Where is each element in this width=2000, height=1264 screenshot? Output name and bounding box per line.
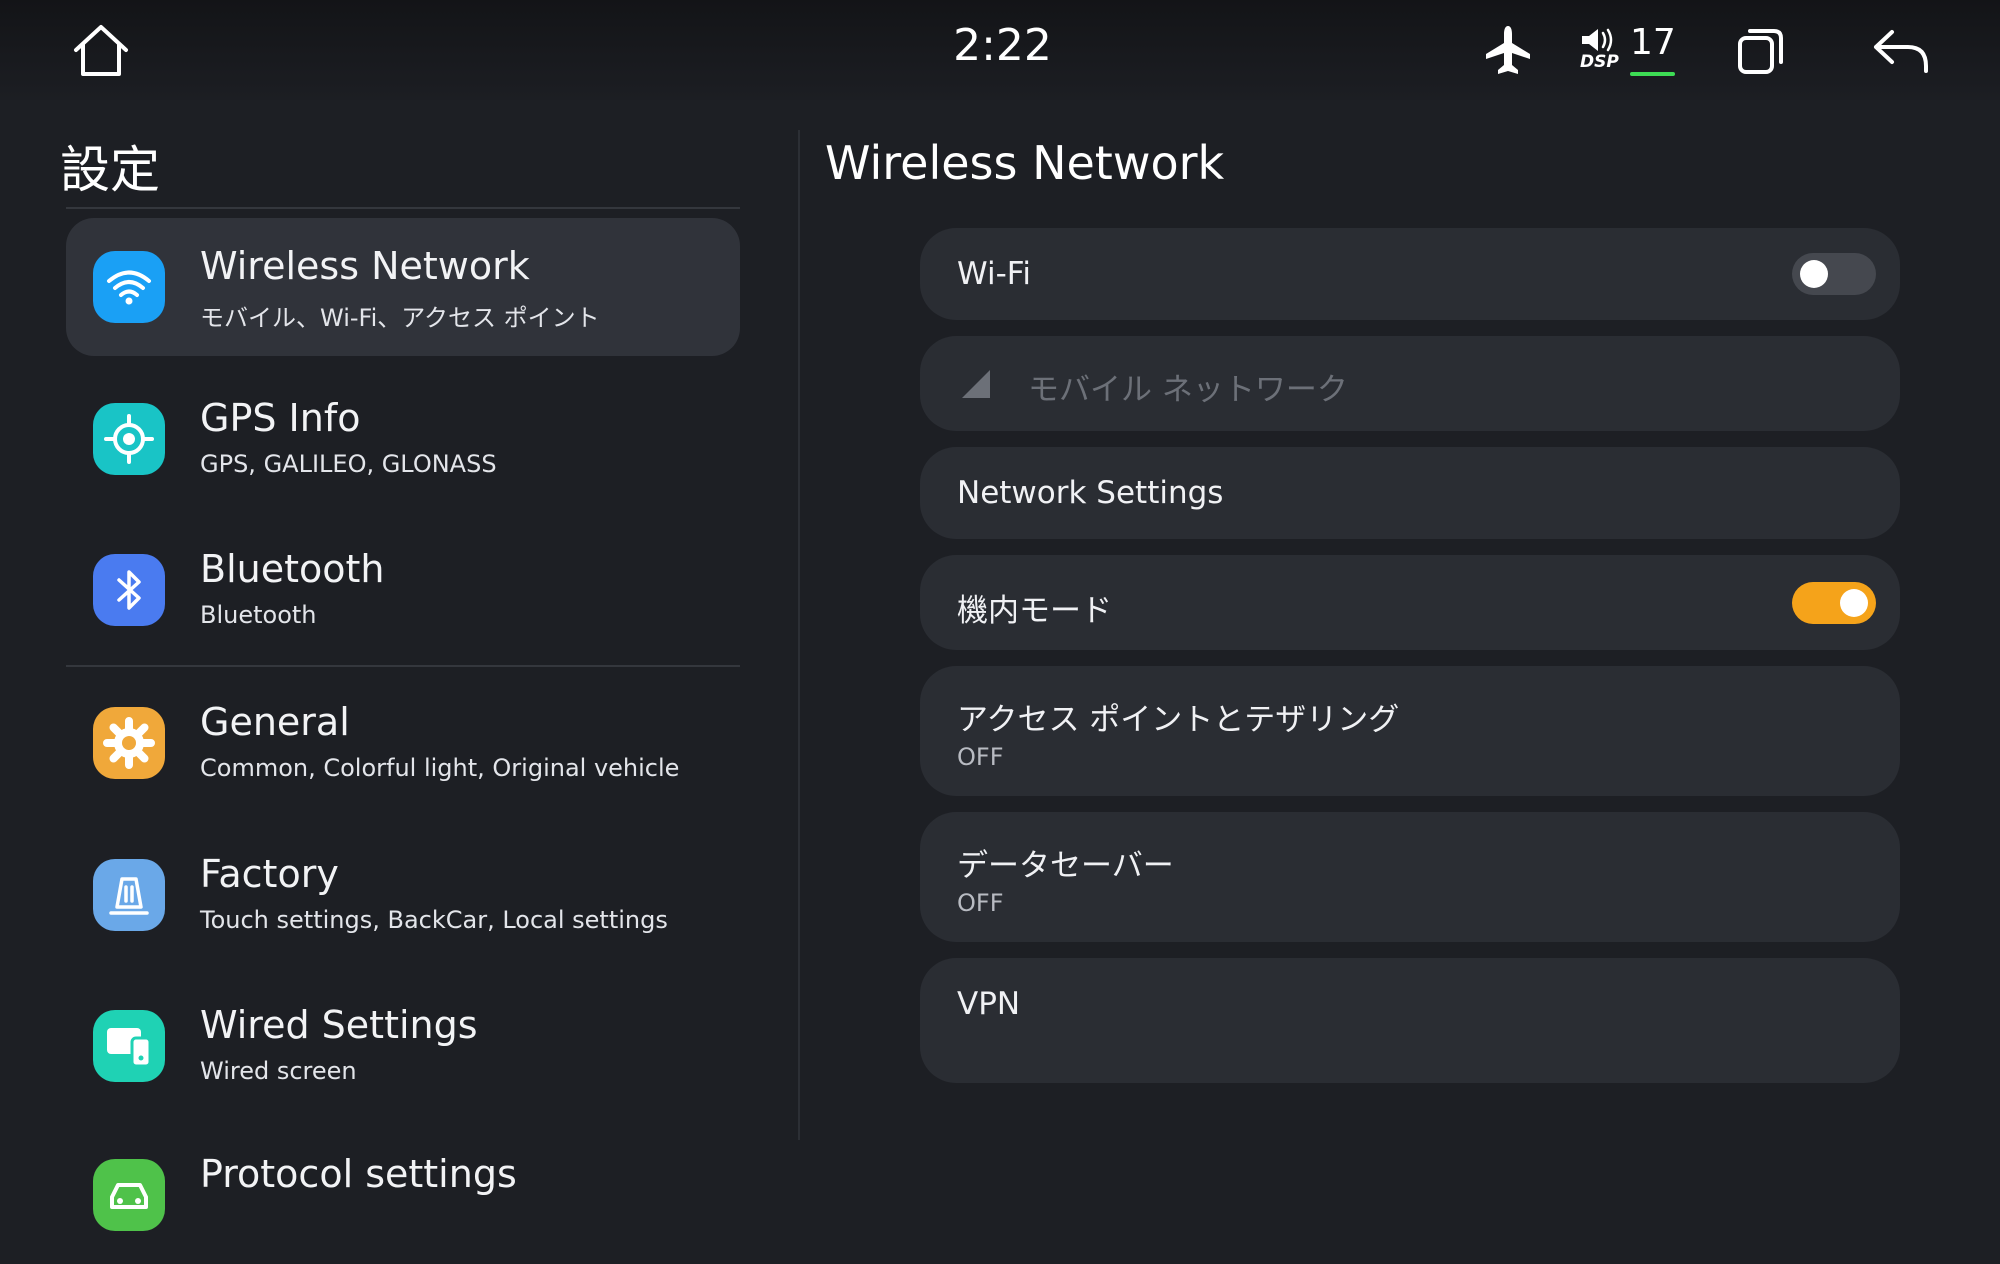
data-saver-label: データセーバー <box>957 848 1174 884</box>
nav-title: Wired Settings <box>200 1003 478 1047</box>
mobile-network-label: モバイル ネットワーク <box>1028 372 1348 408</box>
panel-divider <box>798 130 800 1140</box>
status-bar: 2:22 DSP 17 <box>0 0 2000 100</box>
wifi-row[interactable]: Wi-Fi <box>920 228 1900 320</box>
volume-indicator-bar <box>1630 72 1675 76</box>
nav-subtitle: Touch settings, BackCar, Local settings <box>200 906 668 934</box>
wifi-toggle[interactable] <box>1792 253 1876 295</box>
signal-icon <box>960 368 992 404</box>
volume-level: 17 <box>1630 22 1676 63</box>
gear-icon <box>93 707 165 779</box>
nav-title: GPS Info <box>200 396 361 440</box>
data-saver-status: OFF <box>957 889 1004 917</box>
data-saver-row[interactable]: データセーバー OFF <box>920 812 1900 942</box>
divider-middle <box>66 665 740 667</box>
factory-icon <box>93 859 165 931</box>
nav-title: Factory <box>200 852 339 896</box>
vpn-label: VPN <box>957 986 1021 1022</box>
divider-top <box>66 207 740 209</box>
nav-subtitle: Bluetooth <box>200 601 317 629</box>
sidebar-item-wireless-network[interactable]: Wireless Network モバイル、Wi-Fi、アクセス ポイント <box>66 218 740 356</box>
sidebar-item-wired-settings[interactable]: Wired Settings Wired screen <box>66 977 740 1115</box>
nav-subtitle: モバイル、Wi-Fi、アクセス ポイント <box>200 304 600 332</box>
settings-title: 設定 <box>60 141 160 199</box>
nav-title: Protocol settings <box>200 1152 517 1196</box>
wifi-label: Wi-Fi <box>957 256 1031 292</box>
bluetooth-icon <box>93 554 165 626</box>
nav-subtitle: Common, Colorful light, Original vehicle <box>200 754 680 782</box>
dsp-label: DSP <box>1580 52 1619 72</box>
recent-apps-icon[interactable] <box>1736 26 1786 76</box>
wifi-icon <box>93 251 165 323</box>
sidebar-item-bluetooth[interactable]: Bluetooth Bluetooth <box>66 521 740 659</box>
vpn-row[interactable]: VPN <box>920 958 1900 1083</box>
wired-screen-icon <box>93 1010 165 1082</box>
nav-subtitle: Wired screen <box>200 1057 357 1085</box>
page-title: Wireless Network <box>825 136 1225 190</box>
airplane-mode-label: 機内モード <box>957 593 1112 629</box>
toggle-knob <box>1800 260 1828 288</box>
gps-icon <box>93 403 165 475</box>
clock: 2:22 <box>953 20 1052 71</box>
back-icon[interactable] <box>1872 28 1930 74</box>
sidebar-item-general[interactable]: General Common, Colorful light, Original… <box>66 674 740 812</box>
airplane-mode-row[interactable]: 機内モード <box>920 555 1900 650</box>
sidebar-item-factory[interactable]: Factory Touch settings, BackCar, Local s… <box>66 826 740 964</box>
network-settings-label: Network Settings <box>957 475 1224 511</box>
toggle-knob <box>1840 589 1868 617</box>
network-settings-row[interactable]: Network Settings <box>920 447 1900 539</box>
home-icon[interactable] <box>70 22 132 80</box>
nav-title: Wireless Network <box>200 244 530 288</box>
hotspot-status: OFF <box>957 743 1004 771</box>
mobile-network-row: モバイル ネットワーク <box>920 336 1900 431</box>
volume-dsp-icon[interactable]: DSP <box>1578 26 1628 76</box>
nav-title: General <box>200 700 350 744</box>
car-icon <box>93 1159 165 1231</box>
airplane-icon[interactable] <box>1483 24 1533 76</box>
nav-subtitle: GPS, GALILEO, GLONASS <box>200 450 497 478</box>
nav-title: Bluetooth <box>200 547 385 591</box>
sidebar-item-protocol-settings[interactable]: Protocol settings <box>66 1126 740 1264</box>
sidebar-item-gps-info[interactable]: GPS Info GPS, GALILEO, GLONASS <box>66 370 740 508</box>
airplane-mode-toggle[interactable] <box>1792 582 1876 624</box>
hotspot-row[interactable]: アクセス ポイントとテザリング OFF <box>920 666 1900 796</box>
hotspot-label: アクセス ポイントとテザリング <box>957 702 1400 738</box>
